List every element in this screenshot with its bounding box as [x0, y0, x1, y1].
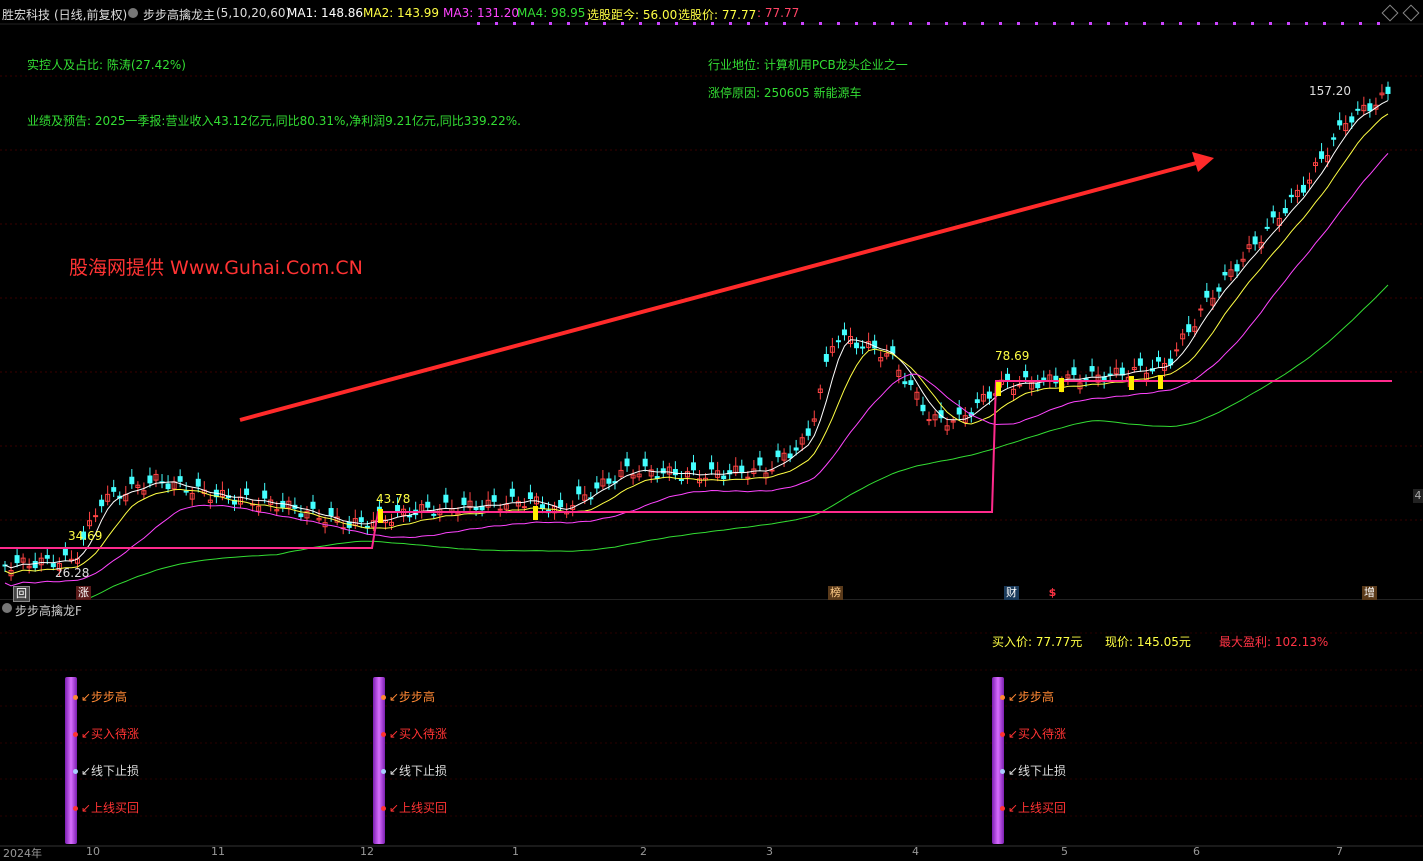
- marker-hui[interactable]: 回: [13, 586, 30, 602]
- month-label: 2: [640, 845, 647, 858]
- watermark-text: 股海网提供 Www.Guhai.Com.CN: [69, 257, 363, 279]
- signal-text: ↙买入待涨: [389, 727, 448, 741]
- signal-dot-icon: [73, 806, 78, 811]
- signal-text: ↙步步高: [1008, 690, 1055, 704]
- month-label: 10: [86, 845, 100, 858]
- signal-label: ↙步步高: [73, 688, 127, 705]
- month-label: 4: [912, 845, 919, 858]
- marker-zhang[interactable]: 涨: [76, 586, 91, 600]
- axis-tick-label: 4: [1413, 489, 1423, 503]
- month-label: 2024年: [3, 847, 42, 860]
- signal-text: ↙上线买回: [81, 801, 140, 815]
- signal-dot-icon: [73, 732, 78, 737]
- price-label-4378: 43.78: [376, 492, 411, 506]
- indicator-name[interactable]: 步步高擒龙主: [143, 6, 215, 23]
- signal-dot-icon: [73, 695, 78, 700]
- signal-text: ↙线下止损: [1008, 764, 1067, 778]
- signal-dot-icon: [1000, 806, 1005, 811]
- signal-dot-icon: [381, 806, 386, 811]
- high-price-label: 157.20: [1309, 84, 1351, 98]
- signal-dot-icon: [381, 769, 386, 774]
- signal-text: ↙上线买回: [389, 801, 448, 815]
- period-label: (日线,前复权): [54, 8, 128, 22]
- signal-label: ↙线下止损: [1000, 762, 1066, 779]
- month-label: 11: [211, 845, 225, 858]
- chevron-down-icon-sub[interactable]: [2, 603, 12, 613]
- signal-text: ↙上线买回: [1008, 801, 1067, 815]
- buy-price: 买入价: 77.77元: [992, 635, 1083, 649]
- ma4-value: MA4: 98.95: [517, 6, 586, 20]
- signal-dot-icon: [1000, 769, 1005, 774]
- signal-text: ↙步步高: [389, 690, 436, 704]
- signal-label: ↙上线买回: [73, 799, 139, 816]
- month-label: 12: [360, 845, 374, 858]
- signal-text: ↙线下止损: [81, 764, 140, 778]
- signal-text: ↙买入待涨: [81, 727, 140, 741]
- signal-label: ↙线下止损: [73, 762, 139, 779]
- low-price-label: 26.28: [55, 566, 90, 580]
- marker-dollar[interactable]: $: [1045, 586, 1060, 600]
- marker-bang[interactable]: 榜: [828, 586, 843, 600]
- signal-label: ↙线下止损: [381, 762, 447, 779]
- signal-text: ↙步步高: [81, 690, 128, 704]
- month-label: 6: [1193, 845, 1200, 858]
- signal-dot-icon: [381, 732, 386, 737]
- signal-label: ↙买入待涨: [381, 725, 447, 742]
- month-label: 3: [766, 845, 773, 858]
- signal-text: ↙买入待涨: [1008, 727, 1067, 741]
- price-label-3469: 34.69: [68, 529, 103, 543]
- pick-price: 选股价: 77.77: [678, 8, 757, 22]
- chart-header: 胜宏科技 (日线,前复权) 步步高擒龙主 (5,10,20,60) MA1: 1…: [0, 0, 1423, 24]
- industry-info: 行业地位: 计算机用PCB龙头企业之一: [708, 58, 908, 72]
- signal-label: ↙上线买回: [1000, 799, 1066, 816]
- pick-price-2: : 77.77: [757, 6, 800, 20]
- sub-indicator-name[interactable]: 步步高擒龙F: [15, 602, 82, 619]
- days-since-pick: 选股距今: 56.00: [587, 8, 678, 22]
- signal-label: ↙步步高: [1000, 688, 1054, 705]
- ma1-value: MA1: 148.86: [287, 6, 364, 20]
- diamond-icon[interactable]: [1381, 4, 1399, 22]
- signal-label: ↙买入待涨: [73, 725, 139, 742]
- indicator-params: (5,10,20,60): [216, 6, 291, 20]
- diamond-icon-2[interactable]: [1402, 4, 1420, 22]
- signal-dot-icon: [1000, 732, 1005, 737]
- month-label: 7: [1336, 845, 1343, 858]
- month-label: 5: [1061, 845, 1068, 858]
- signal-label: ↙买入待涨: [1000, 725, 1066, 742]
- signal-label: ↙上线买回: [381, 799, 447, 816]
- max-profit: 最大盈利: 102.13%: [1219, 635, 1329, 649]
- performance-info: 业绩及预告: 2025一季报:营业收入43.12亿元,同比80.31%,净利润9…: [27, 114, 521, 128]
- limit-up-reason: 涨停原因: 250605 新能源车: [708, 86, 862, 100]
- controller-info: 实控人及占比: 陈涛(27.42%): [27, 58, 186, 72]
- marker-zeng[interactable]: 增: [1362, 586, 1377, 600]
- signal-text: ↙线下止损: [389, 764, 448, 778]
- signal-dot-icon: [73, 769, 78, 774]
- signal-label: ↙步步高: [381, 688, 435, 705]
- price-label-7869: 78.69: [995, 349, 1030, 363]
- ma3-value: MA3: 131.20: [443, 6, 520, 20]
- ma2-value: MA2: 143.99: [363, 6, 440, 20]
- marker-cai[interactable]: 财: [1004, 586, 1019, 600]
- chevron-down-icon[interactable]: [128, 8, 138, 18]
- signal-dot-icon: [1000, 695, 1005, 700]
- current-price: 现价: 145.05元: [1105, 635, 1191, 649]
- signal-dot-icon: [381, 695, 386, 700]
- stock-name[interactable]: 胜宏科技: [2, 6, 50, 23]
- month-label: 1: [512, 845, 519, 858]
